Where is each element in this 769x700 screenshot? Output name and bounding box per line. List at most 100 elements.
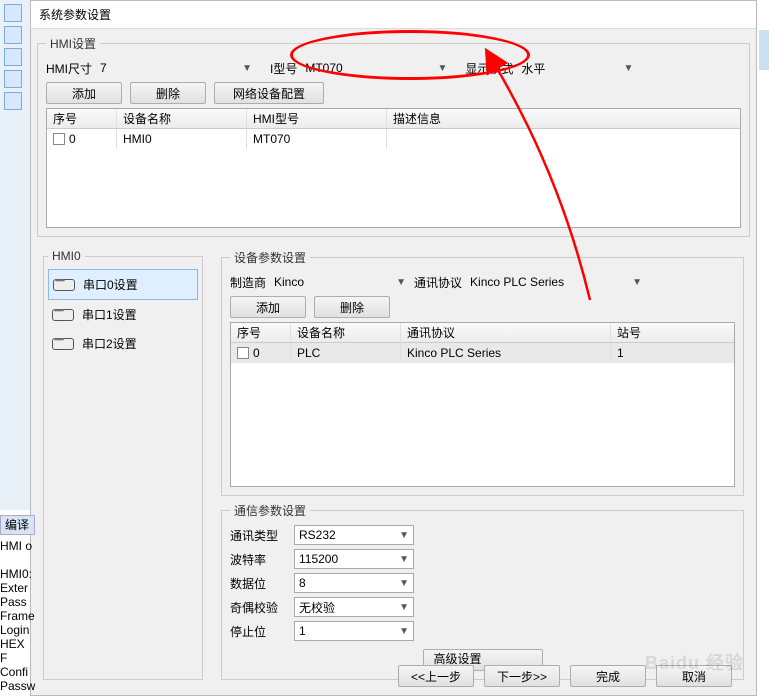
parity-label: 奇偶校验 (230, 599, 290, 616)
output-line: Exter (0, 581, 35, 595)
col-station: 站号 (611, 323, 734, 342)
hmi-add-button[interactable]: 添加 (46, 82, 122, 104)
device-table[interactable]: 序号 设备名称 通讯协议 站号 0 PLC Kinco PLC Series 1 (230, 322, 735, 487)
hmi-model-combo[interactable]: MT070▼ (301, 58, 451, 78)
parity-combo[interactable]: 无校验 ▼ (294, 597, 414, 617)
cell-proto: Kinco PLC Series (401, 343, 611, 363)
sidebar-item-label: 串口0设置 (83, 276, 138, 293)
parity-value: 无校验 (299, 599, 335, 616)
lower-area: HMI0 串口0设置 串口1设置 串口2设置 设备参数设置 制造商 Kinco (37, 243, 750, 686)
baud-combo[interactable]: 115200 ▼ (294, 549, 414, 569)
cell-name: HMI0 (117, 129, 247, 149)
col-model: HMI型号 (247, 109, 387, 128)
output-line: HEX F (0, 637, 35, 665)
mfr-combo[interactable]: Kinco ▼ (270, 272, 410, 292)
chevron-down-icon: ▼ (396, 277, 406, 288)
network-config-button[interactable]: 网络设备配置 (214, 82, 324, 104)
stopbits-label: 停止位 (230, 623, 290, 640)
databits-value: 8 (299, 576, 306, 590)
comm-type-value: RS232 (299, 528, 336, 542)
output-line: Login (0, 623, 35, 637)
sidebar-item-label: 串口2设置 (82, 335, 137, 352)
sidebar-item-com2[interactable]: 串口2设置 (48, 329, 198, 358)
seq-text: 0 (69, 132, 76, 146)
chevron-down-icon: ▼ (242, 63, 252, 74)
row-checkbox[interactable] (237, 347, 249, 359)
output-panel: 编译 HMI o HMI0: Exter Pass Frame Login HE… (0, 515, 35, 695)
databits-combo[interactable]: 8▼ (294, 573, 414, 593)
cell-name: PLC (291, 343, 401, 363)
watermark: Baidu 经验 (645, 649, 744, 675)
hmi-size-label: HMI尺寸 (46, 60, 92, 77)
cell-seq: 0 (231, 343, 291, 363)
serial-port-icon (52, 309, 74, 321)
stopbits-combo[interactable]: 1▼ (294, 621, 414, 641)
sidebar-item-label: 串口1设置 (82, 306, 137, 323)
sidebar-item-com1[interactable]: 串口1设置 (48, 300, 198, 329)
col-name: 设备名称 (117, 109, 247, 128)
col-seq: 序号 (231, 323, 291, 342)
stopbits-value: 1 (299, 624, 306, 638)
device-table-row[interactable]: 0 PLC Kinco PLC Series 1 (231, 343, 734, 363)
finish-button[interactable]: 完成 (570, 665, 646, 687)
output-line: Confi (0, 665, 35, 679)
serial-port-icon (52, 338, 74, 350)
right-panels: 设备参数设置 制造商 Kinco ▼ 通讯协议 Kinco PLC Series ▼… (215, 243, 750, 686)
device-add-button[interactable]: 添加 (230, 296, 306, 318)
hmi-model-value: MT070 (305, 61, 342, 75)
cell-station: 1 (611, 343, 734, 363)
chevron-down-icon: ▼ (399, 554, 409, 565)
hmi-size-combo[interactable]: 7▼ (96, 58, 256, 78)
row-checkbox[interactable] (53, 133, 65, 145)
cell-model: MT070 (247, 129, 387, 149)
chevron-down-icon: ▼ (399, 626, 409, 637)
device-del-button[interactable]: 删除 (314, 296, 390, 318)
output-line: File (0, 693, 35, 695)
toolbar-icon[interactable] (4, 70, 22, 88)
mfr-value: Kinco (274, 275, 304, 289)
chevron-down-icon: ▼ (399, 530, 409, 541)
serial-port-icon (53, 279, 75, 291)
system-params-dialog: 系统参数设置 HMI设置 HMI尺寸 7▼ I型号 MT070▼ 显示模式 水平… (30, 0, 757, 696)
annotation-arrow (440, 55, 640, 305)
mfr-label: 制造商 (230, 274, 266, 291)
next-button[interactable]: 下一步>> (484, 665, 560, 687)
hmi-size-value: 7 (100, 61, 107, 75)
toolbar-icon[interactable] (4, 26, 22, 44)
databits-label: 数据位 (230, 575, 290, 592)
col-proto: 通讯协议 (401, 323, 611, 342)
right-strip (759, 30, 769, 70)
comm-settings-legend: 通信参数设置 (230, 502, 310, 519)
output-line: Frame (0, 609, 35, 623)
cell-seq: 0 (47, 129, 117, 149)
output-title: 编译 (0, 515, 35, 535)
hmi0-group: HMI0 串口0设置 串口1设置 串口2设置 (43, 249, 203, 680)
toolbar-icon[interactable] (4, 4, 22, 22)
hmi0-legend: HMI0 (48, 249, 85, 263)
sidebar-item-com0[interactable]: 串口0设置 (48, 269, 198, 300)
left-toolbar (0, 0, 30, 510)
chevron-down-icon: ▼ (399, 578, 409, 589)
toolbar-icon[interactable] (4, 48, 22, 66)
output-line: HMI o (0, 539, 35, 553)
comm-type-combo[interactable]: RS232 ▼ (294, 525, 414, 545)
output-line: HMI0: (0, 567, 35, 581)
output-line: Passw (0, 679, 35, 693)
hmi-settings-legend: HMI设置 (46, 35, 100, 52)
dialog-title: 系统参数设置 (31, 1, 756, 29)
col-seq: 序号 (47, 109, 117, 128)
seq-text: 0 (253, 346, 260, 360)
prev-button[interactable]: <<上一步 (398, 665, 474, 687)
baud-value: 115200 (299, 552, 338, 566)
toolbar-icon[interactable] (4, 92, 22, 110)
device-table-header: 序号 设备名称 通讯协议 站号 (231, 323, 734, 343)
chevron-down-icon: ▼ (399, 602, 409, 613)
comm-type-label: 通讯类型 (230, 527, 290, 544)
hmi-settings-group: HMI设置 HMI尺寸 7▼ I型号 MT070▼ 显示模式 水平▼ 添加 删除… (37, 35, 750, 237)
hmi-model-label: I型号 (270, 60, 297, 77)
output-line: Pass (0, 595, 35, 609)
device-settings-legend: 设备参数设置 (230, 249, 310, 266)
baud-label: 波特率 (230, 551, 290, 568)
hmi-del-button[interactable]: 删除 (130, 82, 206, 104)
col-name: 设备名称 (291, 323, 401, 342)
